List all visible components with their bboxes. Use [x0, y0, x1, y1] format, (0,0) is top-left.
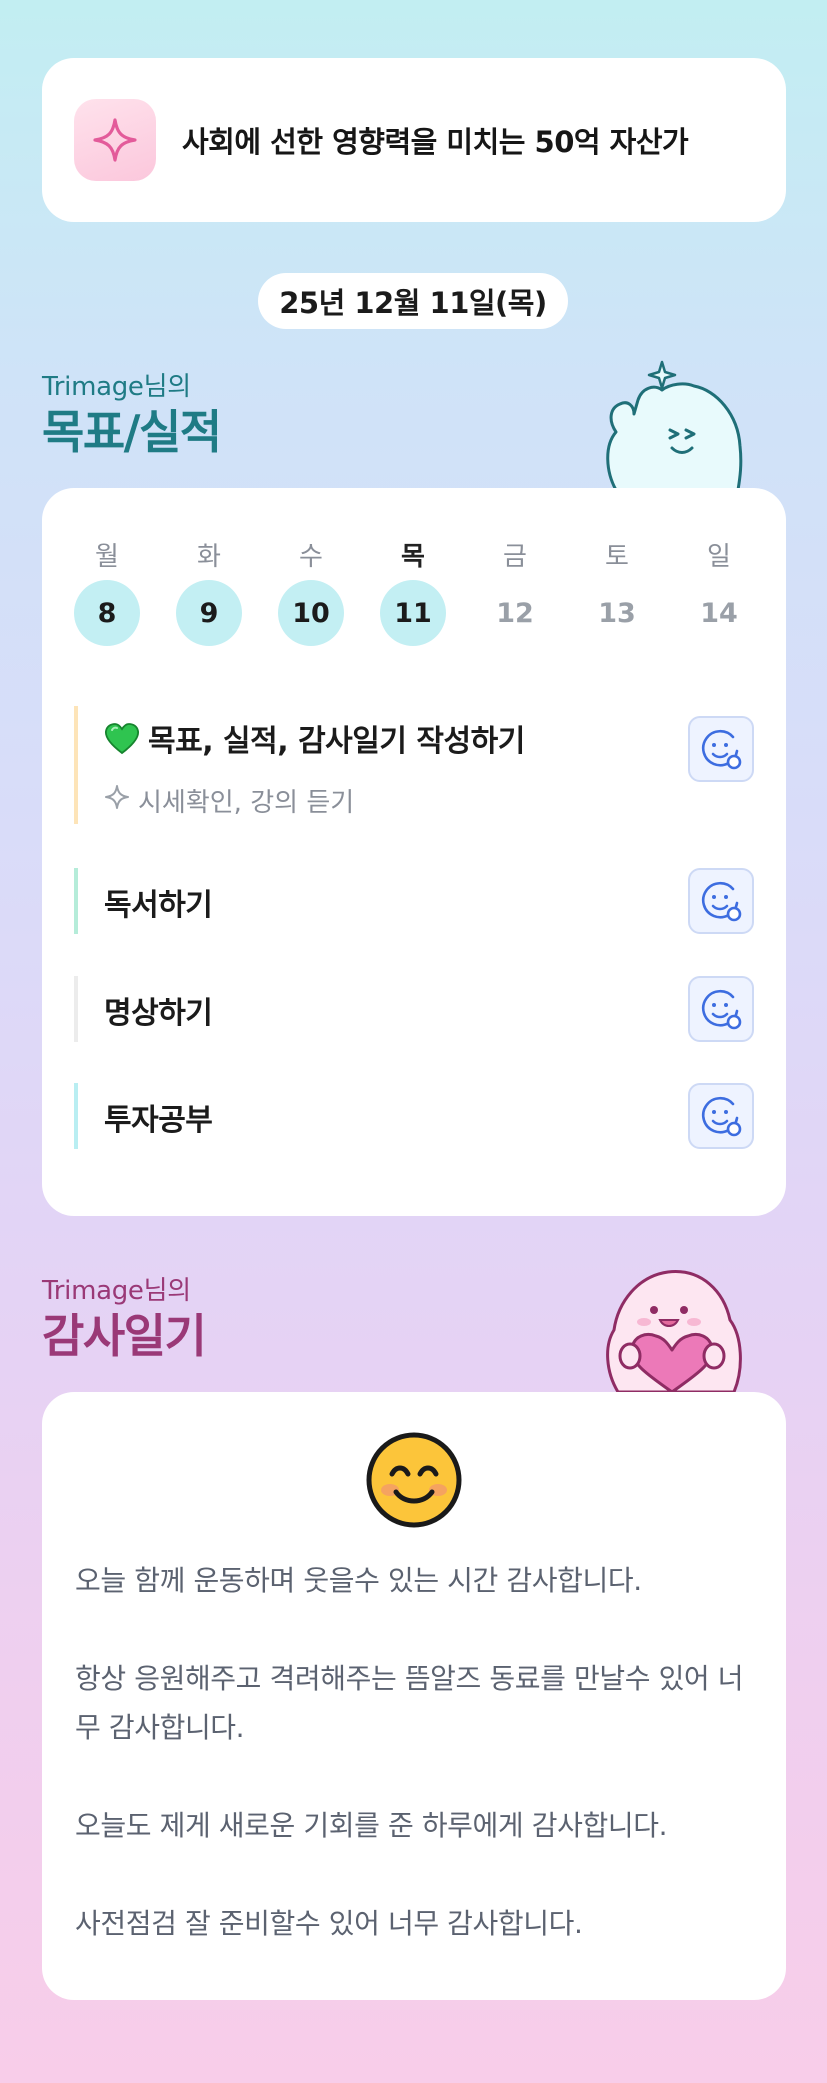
day-number[interactable]: 9	[176, 580, 242, 646]
task-item[interactable]: 목표, 실적, 감사일기 작성하기 시세확인, 강의 듣기	[74, 706, 754, 824]
day-8[interactable]: 월8	[74, 536, 140, 646]
emoji-reaction-button[interactable]	[688, 868, 754, 934]
task-subtitle: 시세확인, 강의 듣기	[104, 782, 354, 819]
diary-paragraph: 오늘도 제게 새로운 기회를 준 하루에게 감사합니다.	[75, 1809, 668, 1842]
day-12[interactable]: 금 12	[482, 536, 548, 646]
task-item[interactable]: 독서하기	[74, 868, 754, 934]
emoji-reaction-button[interactable]	[688, 976, 754, 1042]
date-pill[interactable]: 25년 12월 11일(목)	[258, 273, 568, 329]
mascot-heart-icon	[596, 1268, 756, 1394]
day-number[interactable]: 12	[482, 580, 548, 646]
emoji-reaction-button[interactable]	[688, 1083, 754, 1149]
day-name: 월	[95, 542, 119, 572]
day-name: 토	[605, 542, 629, 572]
goal-text: 사회에 선한 영향력을 미치는 50억 자산가	[182, 125, 689, 159]
sparkle-outline-icon	[104, 784, 130, 817]
green-heart-icon	[104, 723, 140, 763]
day-number[interactable]: 11	[380, 580, 446, 646]
day-name: 화	[197, 542, 221, 572]
smile-add-icon	[701, 729, 742, 770]
smiling-face-icon[interactable]	[366, 1432, 462, 1528]
day-name: 일	[707, 542, 731, 572]
task-title: 목표, 실적, 감사일기 작성하기	[104, 716, 525, 763]
emoji-reaction-button[interactable]	[688, 716, 754, 782]
task-title: 투자공부	[104, 1103, 213, 1138]
smile-add-icon	[701, 1096, 742, 1137]
day-10[interactable]: 수 10	[278, 536, 344, 646]
goal-card[interactable]: 사회에 선한 영향력을 미치는 50억 자산가	[42, 58, 786, 222]
diary-section-title: 감사일기	[42, 1309, 207, 1363]
day-number[interactable]: 8	[74, 580, 140, 646]
diary-paragraph: 오늘 함께 운동하며 웃을수 있는 시간 감사합니다.	[75, 1564, 642, 1597]
sparkle-icon	[74, 99, 156, 181]
day-name: 수	[299, 542, 323, 572]
day-11[interactable]: 목 11	[380, 536, 446, 646]
diary-text: 오늘 함께 운동하며 웃을수 있는 시간 감사합니다. 항상 응원해주고 격려해…	[75, 1556, 765, 1948]
task-title: 독서하기	[104, 888, 213, 923]
goals-section-title: 목표/실적	[42, 405, 222, 459]
day-number[interactable]: 10	[278, 580, 344, 646]
goals-card: 월 8 화 9 수 10 목 11 금 12 토 13 일 14 목표, 실적, 감사일기 작성하기 시세…	[42, 488, 786, 1216]
smile-add-icon	[701, 989, 742, 1030]
task-item[interactable]: 명상하기	[74, 976, 754, 1042]
day-name: 목	[401, 542, 425, 572]
diary-card: 오늘 함께 운동하며 웃을수 있는 시간 감사합니다. 항상 응원해주고 격려해…	[42, 1392, 786, 2000]
day-14[interactable]: 일 14	[686, 536, 752, 646]
diary-paragraph: 사전점검 잘 준비할수 있어 너무 감사합니다.	[75, 1907, 583, 1940]
task-item[interactable]: 투자공부	[74, 1083, 754, 1149]
day-number[interactable]: 13	[584, 580, 650, 646]
mascot-thumbs-up-icon	[598, 360, 758, 492]
diary-paragraph: 항상 응원해주고 격려해주는 뜸알즈 동료를 만날수 있어 너무 감사합니다.	[75, 1662, 744, 1744]
smile-add-icon	[701, 881, 742, 922]
day-number[interactable]: 14	[686, 580, 752, 646]
task-title: 명상하기	[104, 996, 213, 1031]
day-name: 금	[503, 542, 527, 572]
day-13[interactable]: 토 13	[584, 536, 650, 646]
day-9[interactable]: 화9	[176, 536, 242, 646]
